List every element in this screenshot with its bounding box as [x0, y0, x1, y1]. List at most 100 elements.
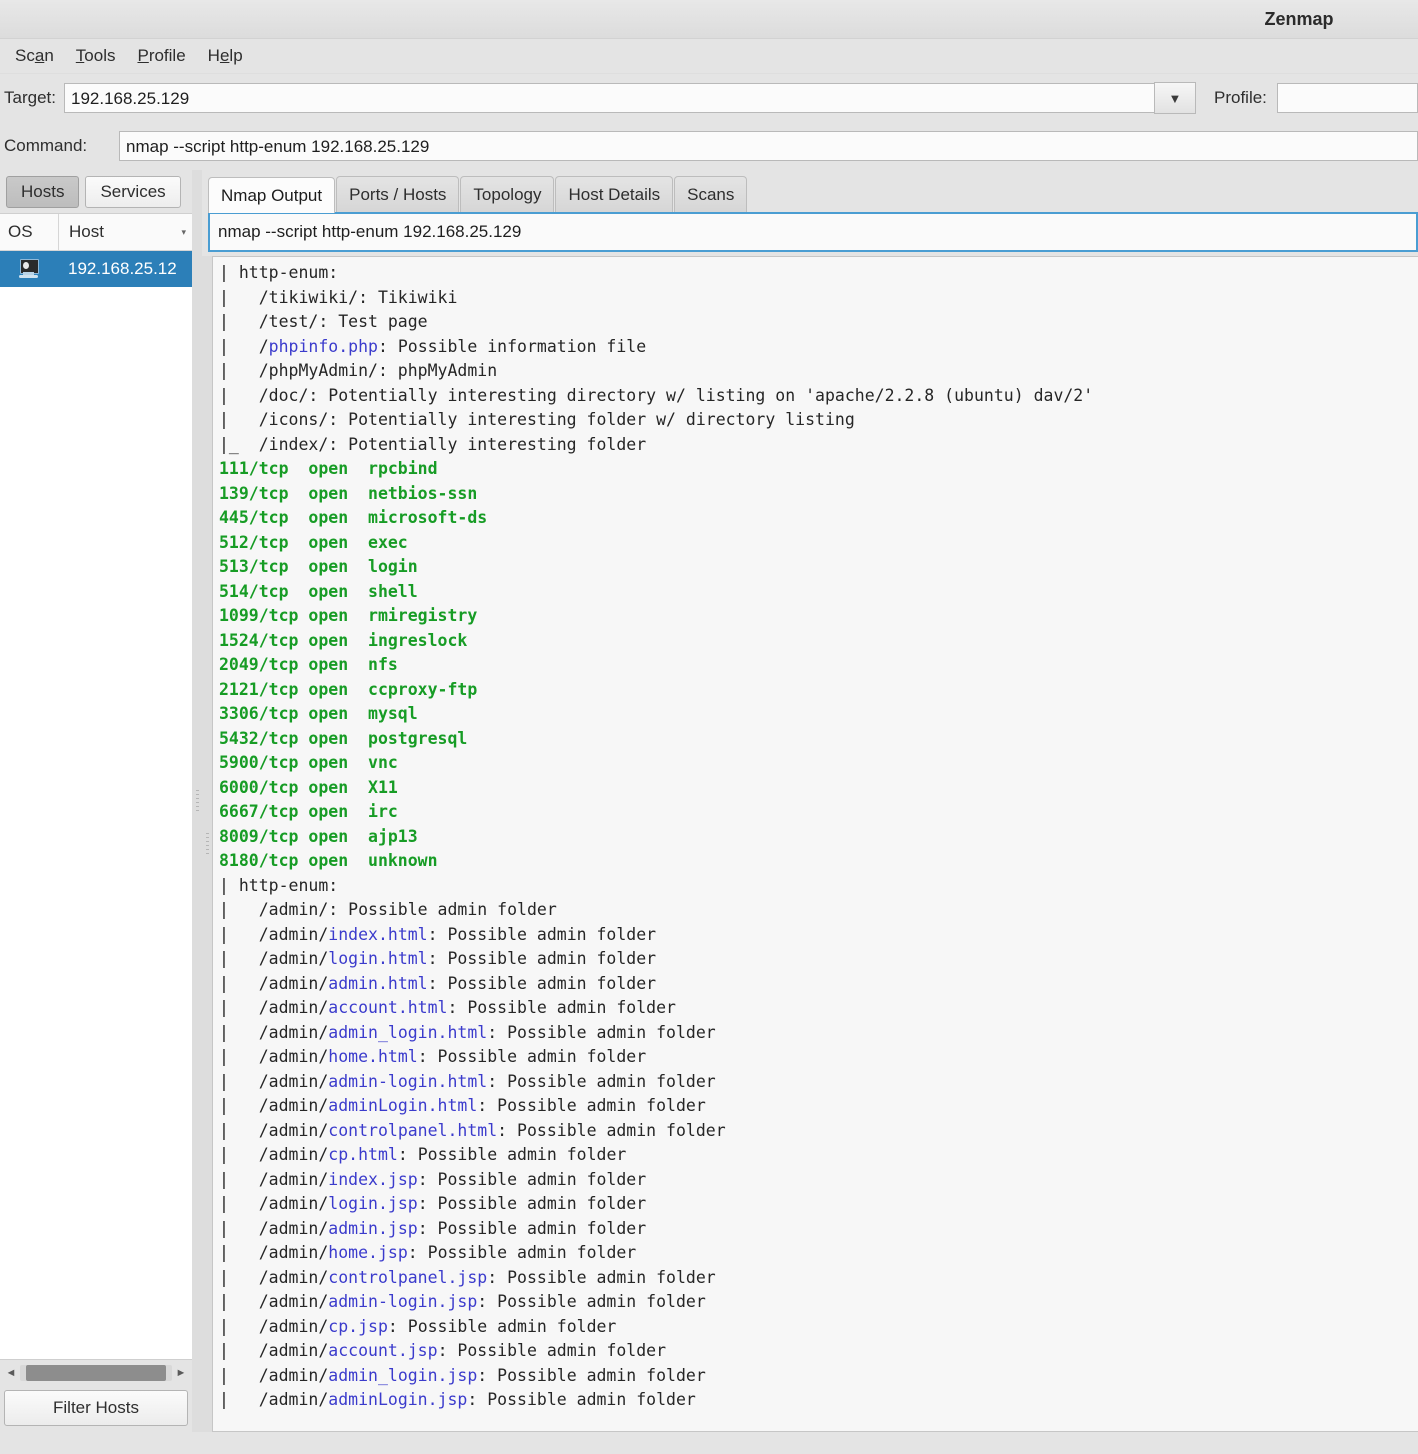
splitter-grip-icon: [195, 790, 199, 812]
output-text: : Possible admin folder: [397, 1145, 627, 1164]
port-entry: 6000/tcp open X11: [219, 777, 398, 797]
output-text: | /admin/: [219, 1292, 329, 1311]
host-list-item[interactable]: 192.168.25.12: [0, 251, 192, 287]
output-text: | /admin/: [219, 998, 329, 1017]
output-line: 111/tcp open rpcbind: [219, 457, 1418, 482]
highlighted-path: admin.html: [328, 973, 428, 993]
output-line: | /admin/admin_login.jsp: Possible admin…: [219, 1364, 1418, 1389]
output-text: : Possible admin folder: [407, 1243, 637, 1262]
output-text: : Possible admin folder: [467, 1390, 696, 1409]
target-input[interactable]: 192.168.25.129: [63, 83, 1154, 113]
profile-input[interactable]: [1276, 83, 1418, 113]
computer-icon: [0, 259, 58, 279]
tab-host-details[interactable]: Host Details: [555, 176, 674, 212]
port-entry: 2049/tcp open nfs: [219, 655, 398, 674]
menu-item-1[interactable]: Tools: [65, 43, 127, 69]
hosts-services-toggle: Hosts Services: [0, 170, 192, 213]
output-text: | /admin/: [219, 1243, 329, 1262]
output-text: | http-enum:: [219, 875, 349, 895]
host-list-header: OS Host ▾: [0, 214, 192, 251]
filter-hosts-button[interactable]: Filter Hosts: [4, 1390, 188, 1426]
output-line: |_ /index/: Potentially interesting fold…: [219, 433, 1418, 458]
output-text: | /admin/: [219, 924, 329, 944]
output-line: | /admin/index.jsp: Possible admin folde…: [219, 1168, 1418, 1193]
output-pane: Nmap Output Ports / Hosts Topology Host Det…: [202, 170, 1418, 1432]
output-text: | /doc/: Potentially interesting directo…: [219, 385, 1094, 405]
tab-strip: Nmap Output Ports / Hosts Topology Host Det…: [202, 170, 1418, 213]
sidebar-toggle-hosts[interactable]: Hosts: [6, 176, 80, 208]
sidebar: Hosts Services OS Host ▾ 192.168.25.12 ◄ …: [0, 170, 192, 1432]
scan-command-display[interactable]: nmap --script http-enum 192.168.25.129: [208, 212, 1418, 252]
output-line: | /admin/admin-login.html: Possible admi…: [219, 1070, 1418, 1095]
output-splitter[interactable]: [202, 256, 212, 1432]
column-header-os[interactable]: OS: [0, 222, 58, 242]
output-line: | /admin/cp.html: Possible admin folder: [219, 1143, 1418, 1168]
output-line: 1524/tcp open ingreslock: [219, 629, 1418, 654]
output-line: | /icons/: Potentially interesting folde…: [219, 408, 1418, 433]
tab-scans[interactable]: Scans: [674, 176, 748, 212]
port-entry: 445/tcp open microsoft-ds: [219, 508, 488, 527]
target-dropdown-chevron-down-icon[interactable]: ▼: [1153, 82, 1196, 114]
scrollbar-trough[interactable]: [20, 1365, 172, 1381]
tab-ports-hosts[interactable]: Ports / Hosts: [336, 176, 460, 212]
output-line: | /admin/cp.jsp: Possible admin folder: [219, 1315, 1418, 1340]
command-input[interactable]: nmap --script http-enum 192.168.25.129: [119, 131, 1418, 161]
output-line: | http-enum:: [219, 261, 1418, 286]
output-text: | /tikiwiki/: Tikiwiki: [219, 287, 458, 307]
port-entry: 513/tcp open login: [219, 557, 418, 576]
sidebar-toggle-services[interactable]: Services: [85, 176, 181, 208]
port-entry: 8180/tcp open unknown: [219, 851, 438, 870]
output-line: | /phpinfo.php: Possible information fil…: [219, 335, 1418, 360]
scrollbar-thumb[interactable]: [26, 1365, 166, 1381]
output-line: 5432/tcp open postgresql: [219, 727, 1418, 752]
output-line: | /admin/admin.jsp: Possible admin folde…: [219, 1217, 1418, 1242]
menu-item-2[interactable]: Profile: [126, 43, 196, 69]
output-text: | /admin/: [219, 1194, 329, 1213]
output-line: | /admin/login.jsp: Possible admin folde…: [219, 1192, 1418, 1217]
port-entry: 6667/tcp open irc: [219, 802, 398, 821]
host-list-horizontal-scrollbar[interactable]: ◄ ►: [0, 1359, 192, 1386]
output-line: 6000/tcp open X11: [219, 776, 1418, 801]
output-line: | /test/: Test page: [219, 310, 1418, 335]
port-entry: 514/tcp open shell: [219, 581, 418, 601]
tab-nmap-output[interactable]: Nmap Output: [208, 177, 336, 213]
output-wrapper: | http-enum: | /tikiwiki/: Tikiwiki | /te…: [202, 256, 1418, 1432]
highlighted-path: controlpanel.jsp: [328, 1267, 488, 1287]
output-line: | /admin/controlpanel.jsp: Possible admi…: [219, 1266, 1418, 1291]
column-header-host[interactable]: Host ▾: [58, 214, 192, 250]
menu-item-0[interactable]: Scan: [4, 43, 65, 69]
sort-chevron-down-icon[interactable]: ▾: [181, 227, 186, 238]
tab-topology[interactable]: Topology: [460, 176, 555, 212]
output-line: | http-enum:: [219, 874, 1418, 899]
output-text: | /admin/: [219, 1316, 329, 1336]
output-text: | /admin/: [219, 1120, 329, 1140]
output-text: : Possible admin folder: [477, 1096, 706, 1115]
target-row: Target: 192.168.25.129 ▼ Profile:: [0, 74, 1418, 122]
output-text: : Possible admin folder: [497, 1120, 726, 1140]
output-line: 3306/tcp open mysql: [219, 702, 1418, 727]
output-line: 1099/tcp open rmiregistry: [219, 604, 1418, 629]
output-text: : Possible admin folder: [487, 1071, 716, 1091]
status-bar: [0, 1432, 1418, 1454]
highlighted-path: home.html: [328, 1047, 418, 1066]
highlighted-path: adminLogin.jsp: [328, 1390, 468, 1409]
output-line: 5900/tcp open vnc: [219, 751, 1418, 776]
scroll-left-arrow-icon[interactable]: ◄: [2, 1367, 20, 1379]
output-line: | /doc/: Potentially interesting directo…: [219, 384, 1418, 409]
host-list[interactable]: OS Host ▾ 192.168.25.12: [0, 213, 192, 1359]
output-line: 2049/tcp open nfs: [219, 653, 1418, 678]
output-line: | /admin/controlpanel.html: Possible adm…: [219, 1119, 1418, 1144]
highlighted-path: index.html: [328, 924, 428, 944]
highlighted-path: account.html: [328, 998, 448, 1017]
output-text: | /admin/: Possible admin folder: [219, 900, 557, 919]
pane-splitter[interactable]: [192, 170, 202, 1432]
highlighted-path: cp.html: [328, 1145, 398, 1164]
scroll-right-arrow-icon[interactable]: ►: [172, 1367, 190, 1379]
output-text: | /admin/: [219, 1390, 329, 1409]
menu-bar: Scan Tools Profile Help: [0, 39, 1418, 74]
highlighted-path: admin-login.html: [328, 1071, 488, 1091]
nmap-output-text[interactable]: | http-enum: | /tikiwiki/: Tikiwiki | /te…: [212, 256, 1418, 1432]
window-title: Zenmap: [1264, 8, 1334, 29]
menu-item-3[interactable]: Help: [197, 43, 254, 69]
output-text: : Possible information file: [377, 336, 647, 356]
